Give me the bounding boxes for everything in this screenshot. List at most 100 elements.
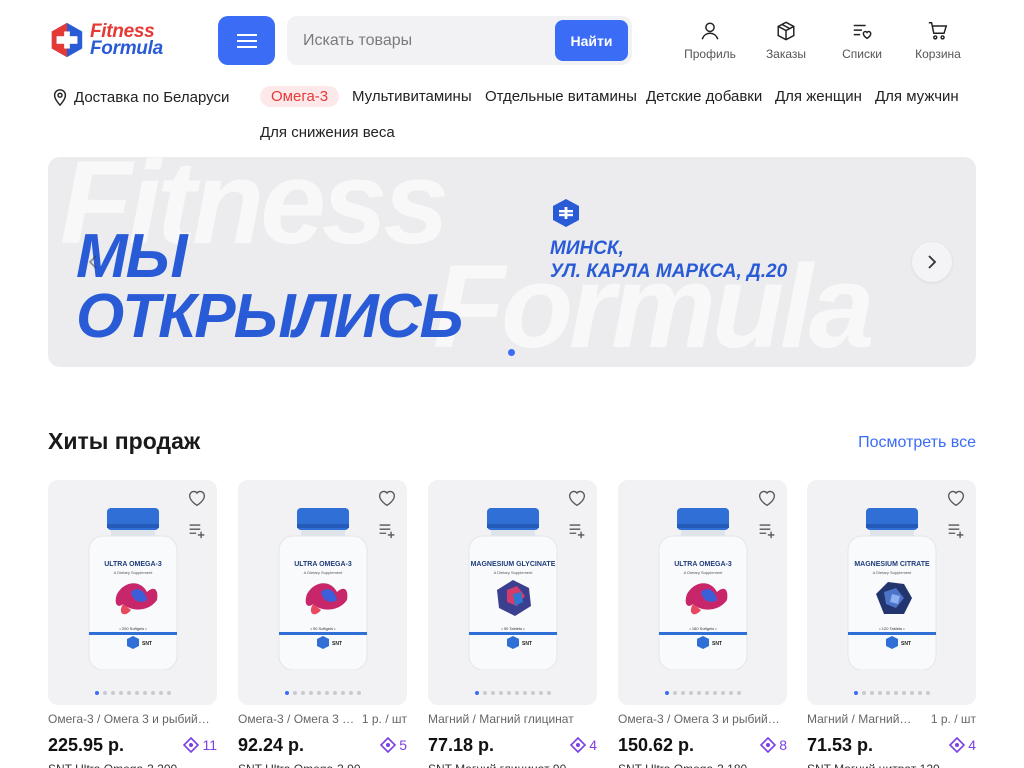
heart-icon[interactable]	[187, 489, 207, 507]
product-price: 225.95 р.	[48, 735, 125, 755]
brand-badge-icon	[553, 199, 579, 227]
banner-next-button[interactable]	[912, 242, 952, 282]
delivery-label: Доставка по Беларуси	[74, 88, 230, 106]
lists-label: Списки	[842, 47, 882, 61]
cart-icon	[928, 22, 948, 40]
add-to-list-icon[interactable]	[946, 521, 966, 539]
nav-item-weight-loss[interactable]: Для снижения веса	[260, 124, 395, 141]
box-icon	[777, 21, 795, 41]
bonus-icon	[760, 737, 777, 753]
nav-item-omega3[interactable]: Омега-3	[260, 86, 340, 107]
image-pagination-dots[interactable]	[618, 691, 787, 695]
image-pagination-dots[interactable]	[807, 691, 976, 695]
product-name[interactable]: SNT Магний глицинат 90	[428, 762, 566, 768]
nav-item-women[interactable]: Для женщин	[775, 88, 862, 105]
profile-button[interactable]: Профиль	[677, 20, 743, 61]
hero-banner[interactable]: Fitness Formula МЫ ОТКРЫЛИСЬ МИНСК, УЛ. …	[48, 157, 976, 367]
svg-text:ULTRA OMEGA-3: ULTRA OMEGA-3	[294, 561, 352, 568]
add-to-list-icon[interactable]	[757, 521, 777, 539]
orders-label: Заказы	[765, 47, 807, 61]
product-name[interactable]: SNT Ultra Omega-3 90	[238, 762, 361, 768]
heart-icon[interactable]	[377, 489, 397, 507]
banner-title-line1: МЫ	[76, 222, 188, 291]
bonus-icon	[380, 737, 397, 753]
svg-text:SNT: SNT	[901, 641, 911, 647]
product-price: 150.62 р.	[618, 735, 695, 755]
heart-icon[interactable]	[567, 489, 587, 507]
nav-item-multivitamins[interactable]: Мультивитамины	[352, 88, 472, 105]
nav-item-men[interactable]: Для мужчин	[875, 88, 959, 105]
bonus-icon	[570, 737, 587, 753]
banner-address-line1: МИНСК,	[550, 238, 624, 259]
svg-text:SNT: SNT	[142, 641, 152, 647]
search-input[interactable]	[303, 16, 553, 65]
svg-text:• 180 Softgels •: • 180 Softgels •	[689, 626, 717, 631]
svg-text:SNT: SNT	[332, 641, 342, 647]
product-image-area[interactable]: ULTRA OMEGA-3 A Dietary Supplement • 180…	[618, 480, 787, 705]
add-to-list-icon[interactable]	[187, 521, 207, 539]
banner-pagination-dot[interactable]	[508, 349, 515, 356]
product-card[interactable]: ULTRA OMEGA-3 A Dietary Supplement • 180…	[618, 480, 787, 768]
add-to-list-icon[interactable]	[377, 521, 397, 539]
view-all-link[interactable]: Посмотреть все	[858, 434, 976, 452]
product-bonus-value: 4	[968, 737, 976, 753]
image-pagination-dots[interactable]	[428, 691, 597, 695]
product-card[interactable]: MAGNESIUM GLYCINATE A Dietary Supplement…	[428, 480, 597, 768]
product-category[interactable]: Омега-3 / Омега 3 … 1 р. / шт	[238, 712, 407, 726]
banner-title: МЫ ОТКРЫЛИСЬ	[76, 222, 463, 351]
product-bonus-value: 4	[589, 737, 597, 753]
catalog-menu-button[interactable]	[218, 16, 275, 65]
product-category-text: Омега-3 / Омега 3 …	[238, 712, 355, 726]
banner-title-line2: ОТКРЫЛИСЬ	[76, 282, 463, 351]
product-name[interactable]: SNT Ultra Omega-3 200	[48, 762, 177, 768]
product-image-area[interactable]: MAGNESIUM GLYCINATE A Dietary Supplement…	[428, 480, 597, 705]
hamburger-icon	[236, 32, 257, 50]
product-card[interactable]: ULTRA OMEGA-3 A Dietary Supplement • 200…	[48, 480, 217, 768]
product-category[interactable]: Магний / Магний глицинат	[428, 712, 597, 726]
product-image-area[interactable]: ULTRA OMEGA-3 A Dietary Supplement • 200…	[48, 480, 217, 705]
svg-text:• 200 Softgels •: • 200 Softgels •	[119, 626, 147, 631]
product-name[interactable]: SNT Ultra Omega-3 180	[618, 762, 747, 768]
product-bonus-value: 8	[779, 737, 787, 753]
product-name[interactable]: SNT Магний цитрат 120	[807, 762, 940, 768]
product-category[interactable]: Омега-3 / Омега 3 и рыбий…	[618, 712, 787, 726]
add-to-list-icon[interactable]	[567, 521, 587, 539]
logo[interactable]: Fitness Formula	[48, 20, 178, 60]
product-image: MAGNESIUM GLYCINATE A Dietary Supplement…	[468, 508, 557, 670]
svg-text:SNT: SNT	[712, 641, 722, 647]
bonus-icon	[949, 737, 966, 753]
delivery-region[interactable]: Доставка по Беларуси	[52, 88, 229, 106]
nav-item-single-vitamins[interactable]: Отдельные витамины	[485, 88, 637, 105]
profile-label: Профиль	[684, 47, 736, 61]
cart-button[interactable]: Корзина	[905, 20, 971, 61]
svg-text:ULTRA OMEGA-3: ULTRA OMEGA-3	[674, 561, 732, 568]
chevron-right-icon	[928, 255, 937, 269]
product-bonus-value: 11	[202, 737, 217, 753]
search-button[interactable]: Найти	[555, 20, 628, 61]
heart-icon[interactable]	[757, 489, 777, 507]
product-image: MAGNESIUM CITRATE A Dietary Supplement •…	[847, 508, 936, 670]
product-bonus: 11	[183, 737, 217, 753]
orders-button[interactable]: Заказы	[753, 20, 819, 61]
nav-item-kids[interactable]: Детские добавки	[646, 88, 762, 105]
image-pagination-dots[interactable]	[48, 691, 217, 695]
svg-text:SNT: SNT	[522, 641, 532, 647]
lists-button[interactable]: Списки	[829, 20, 895, 61]
svg-text:ULTRA OMEGA-3: ULTRA OMEGA-3	[104, 561, 162, 568]
product-image-area[interactable]: ULTRA OMEGA-3 A Dietary Supplement • 90 …	[238, 480, 407, 705]
product-image-area[interactable]: MAGNESIUM CITRATE A Dietary Supplement •…	[807, 480, 976, 705]
image-pagination-dots[interactable]	[238, 691, 407, 695]
product-bonus: 4	[570, 737, 597, 753]
chevron-left-icon	[88, 255, 97, 269]
location-pin-icon	[53, 89, 67, 106]
product-card[interactable]: MAGNESIUM CITRATE A Dietary Supplement •…	[807, 480, 976, 768]
product-card[interactable]: ULTRA OMEGA-3 A Dietary Supplement • 90 …	[238, 480, 407, 768]
product-bonus: 5	[380, 737, 407, 753]
cart-label: Корзина	[915, 47, 961, 61]
search-bar: Найти	[287, 16, 632, 65]
heart-icon[interactable]	[946, 489, 966, 507]
product-category[interactable]: Омега-3 / Омега 3 и рыбий…	[48, 712, 217, 726]
list-heart-icon	[853, 24, 872, 40]
banner-prev-button[interactable]	[78, 247, 108, 277]
product-category[interactable]: Магний / Магний… 1 р. / шт	[807, 712, 976, 726]
